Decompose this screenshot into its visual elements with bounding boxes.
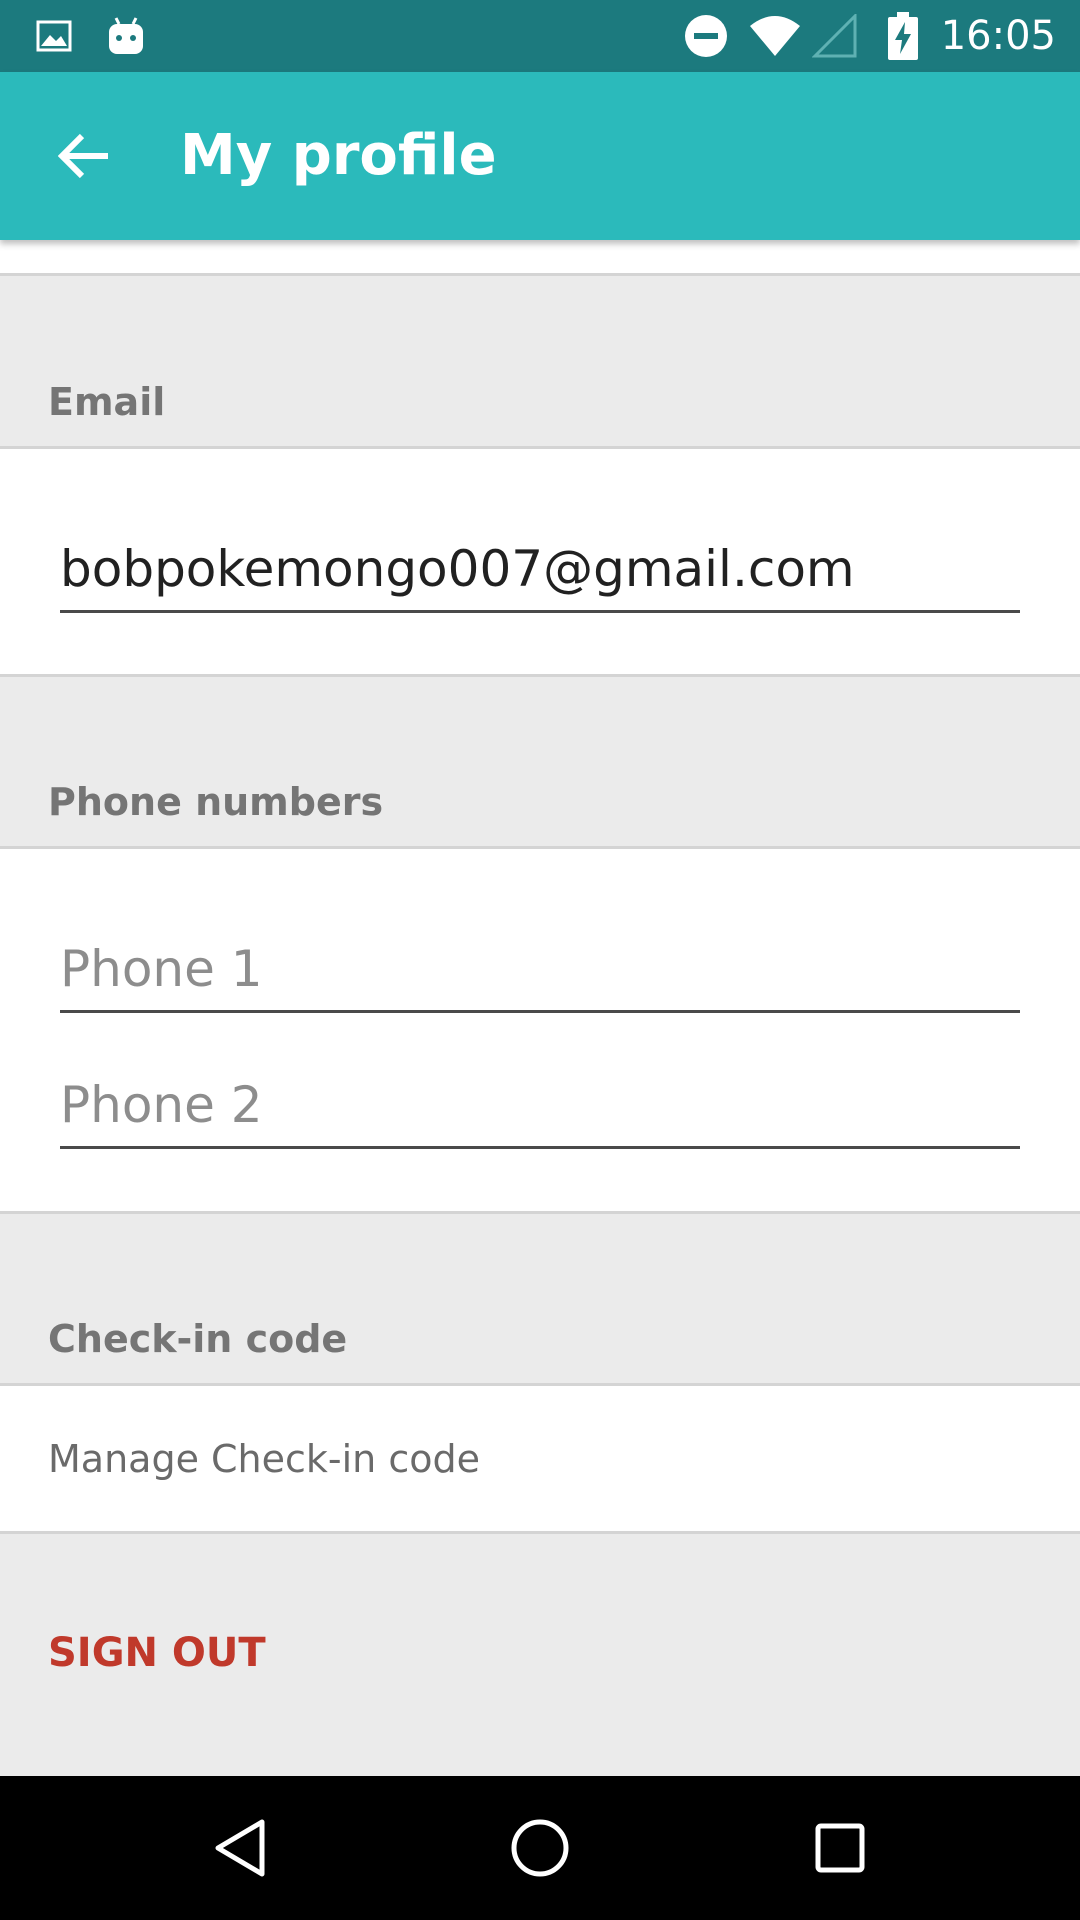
phone-2-field[interactable]: [60, 1069, 1020, 1149]
email-section-header: Email: [0, 279, 1080, 449]
email-field[interactable]: [60, 533, 1020, 613]
phone-2-input[interactable]: [60, 1069, 1020, 1146]
image-icon: [34, 0, 74, 72]
recents-square-icon: [815, 1823, 865, 1873]
email-header-label: Email: [48, 380, 166, 424]
app-bar: My profile: [0, 72, 1080, 240]
manage-checkin-code-item[interactable]: Manage Check-in code: [48, 1386, 480, 1531]
sign-out-button[interactable]: SIGN OUT: [48, 1630, 266, 1676]
system-nav-bar: [0, 1776, 1080, 1920]
nav-back-button[interactable]: [160, 1776, 320, 1920]
battery-charging-icon: [886, 0, 920, 72]
back-button[interactable]: [44, 116, 124, 196]
signal-icon: [810, 0, 860, 72]
nav-home-button[interactable]: [460, 1776, 620, 1920]
scrolled-content-edge: [0, 240, 1080, 276]
wifi-icon: [748, 0, 802, 72]
phone-header-label: Phone numbers: [48, 780, 384, 824]
checkin-section-header: Check-in code: [0, 1214, 1080, 1386]
checkin-card: Manage Check-in code: [0, 1386, 1080, 1534]
android-icon: [106, 0, 146, 72]
home-circle-icon: [511, 1819, 569, 1877]
status-time: 16:05: [940, 13, 1056, 59]
nav-recents-button[interactable]: [760, 1776, 920, 1920]
back-triangle-icon: [215, 1819, 265, 1877]
phone-1-field[interactable]: [60, 933, 1020, 1013]
do-not-disturb-icon: [684, 0, 728, 72]
status-bar: 16:05: [0, 0, 1080, 72]
phone-section-header: Phone numbers: [0, 677, 1080, 849]
arrow-back-icon: [58, 133, 108, 179]
phone-1-input[interactable]: [60, 933, 1020, 1010]
checkin-header-label: Check-in code: [48, 1317, 348, 1361]
phone-card: [0, 849, 1080, 1214]
email-input[interactable]: [60, 533, 1020, 610]
email-card: [0, 449, 1080, 677]
page-title: My profile: [180, 123, 497, 188]
